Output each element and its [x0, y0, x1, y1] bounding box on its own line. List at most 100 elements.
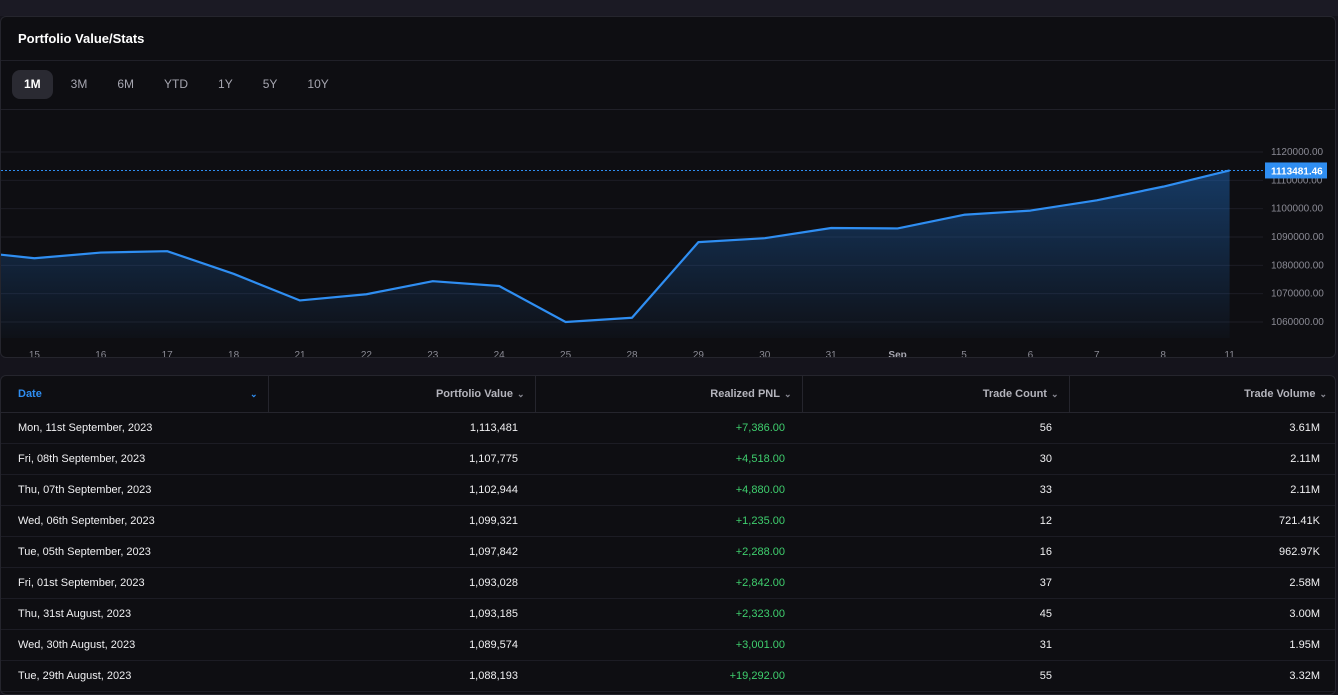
panel-title: Portfolio Value/Stats	[18, 31, 145, 46]
cell-date: Fri, 01st September, 2023	[1, 567, 268, 599]
cell-portfolio-value: 1,093,028	[268, 567, 535, 599]
cell-date: Tue, 29th August, 2023	[1, 660, 268, 692]
cell-portfolio-value: 1,088,193	[268, 660, 535, 692]
cell-date: Mon, 11st September, 2023	[1, 412, 268, 444]
table-row[interactable]: Tue, 05th September, 2023 1,097,842 +2,288…	[1, 536, 1335, 568]
portfolio-chart: 1120000.001110000.001100000.001090000.00…	[1, 147, 1327, 358]
x-tick-label: 11	[1224, 350, 1235, 358]
top-strip	[0, 0, 1338, 16]
cell-realized-pnl: +4,518.00	[535, 443, 802, 475]
tab-10y[interactable]: 10Y	[295, 70, 340, 99]
x-tick-label: 22	[361, 350, 373, 358]
cell-date: Fri, 08th September, 2023	[1, 443, 268, 475]
chevron-down-icon: ⌄	[1050, 388, 1059, 399]
column-header-trade-volume[interactable]: Trade Volume ⌄	[1068, 376, 1335, 413]
column-header-date[interactable]: Date ⌄	[1, 376, 268, 413]
table-row[interactable]: Wed, 30th August, 2023 1,089,574 +3,001.00…	[1, 629, 1335, 661]
cell-trade-count: 30	[802, 443, 1069, 475]
cell-trade-count: 31	[802, 629, 1069, 661]
cell-trade-volume: 2.11M	[1069, 443, 1335, 475]
y-tick-label: 1080000.00	[1271, 260, 1324, 271]
cell-trade-volume: 2.11M	[1069, 474, 1335, 506]
table-row[interactable]: Wed, 06th September, 2023 1,099,321 +1,235…	[1, 505, 1335, 537]
column-header-label: Portfolio Value	[435, 387, 513, 400]
cell-portfolio-value: 1,113,481	[268, 412, 535, 444]
cell-trade-volume: 721.41K	[1069, 505, 1335, 537]
table-body: Mon, 11st September, 2023 1,113,481 +7,386…	[1, 412, 1335, 692]
cell-realized-pnl: +1,235.00	[535, 505, 802, 537]
cell-trade-count: 12	[802, 505, 1069, 537]
cell-trade-count: 56	[802, 412, 1069, 444]
title-divider	[1, 60, 1335, 61]
cell-trade-count: 33	[802, 474, 1069, 506]
cell-realized-pnl: +7,386.00	[535, 412, 802, 444]
tab-1m[interactable]: 1M	[12, 70, 53, 99]
table-row[interactable]: Mon, 11st September, 2023 1,113,481 +7,386…	[1, 412, 1335, 444]
column-header-label: Trade Count	[982, 387, 1047, 400]
cell-portfolio-value: 1,099,321	[268, 505, 535, 537]
cell-realized-pnl: +2,323.00	[535, 598, 802, 630]
y-tick-label: 1090000.00	[1271, 232, 1324, 243]
y-tick-label: 1100000.00	[1271, 204, 1324, 215]
x-tick-label: 21	[294, 350, 306, 358]
cell-trade-volume: 2.58M	[1069, 567, 1335, 599]
series-area	[1, 170, 1230, 338]
cell-trade-volume: 962.97K	[1069, 536, 1335, 568]
x-tick-label: 30	[759, 350, 771, 358]
cell-portfolio-value: 1,093,185	[268, 598, 535, 630]
tab-1y[interactable]: 1Y	[206, 70, 245, 99]
cell-portfolio-value: 1,089,574	[268, 629, 535, 661]
table-row[interactable]: Thu, 07th September, 2023 1,102,944 +4,880…	[1, 474, 1335, 506]
column-header-portfolio-value[interactable]: Portfolio Value ⌄	[267, 376, 535, 413]
tab-5y[interactable]: 5Y	[251, 70, 290, 99]
chevron-down-icon: ⌄	[1319, 388, 1327, 399]
cell-realized-pnl: +2,842.00	[535, 567, 802, 599]
cell-realized-pnl: +3,001.00	[535, 629, 802, 661]
x-tick-label: 7	[1094, 350, 1100, 358]
column-header-trade-count[interactable]: Trade Count ⌄	[801, 376, 1069, 413]
table-header-row: Date ⌄ Portfolio Value ⌄ Realized PNL ⌄ Trade …	[1, 376, 1335, 413]
x-tick-label: 5	[961, 350, 967, 358]
tab-ytd[interactable]: YTD	[152, 70, 200, 99]
current-value-label: 1113481.46	[1271, 166, 1323, 177]
x-tick-label: 18	[228, 350, 240, 358]
cell-date: Thu, 07th September, 2023	[1, 474, 268, 506]
table-row[interactable]: Fri, 08th September, 2023 1,107,775 +4,518…	[1, 443, 1335, 475]
x-tick-label: 6	[1028, 350, 1034, 358]
tab-3m[interactable]: 3M	[59, 70, 100, 99]
cell-date: Tue, 05th September, 2023	[1, 536, 268, 568]
cell-date: Wed, 06th September, 2023	[1, 505, 268, 537]
tab-6m[interactable]: 6M	[105, 70, 146, 99]
column-header-label: Realized PNL	[710, 387, 780, 400]
x-tick-label: 17	[162, 350, 174, 358]
stats-table-panel: Date ⌄ Portfolio Value ⌄ Realized PNL ⌄ Trade …	[0, 375, 1336, 695]
y-tick-label: 1060000.00	[1271, 317, 1324, 328]
table-row[interactable]: Tue, 29th August, 2023 1,088,193 +19,292.0…	[1, 660, 1335, 692]
table-row[interactable]: Fri, 01st September, 2023 1,093,028 +2,842…	[1, 567, 1335, 599]
cell-realized-pnl: +19,292.00	[535, 660, 802, 692]
cell-trade-volume: 3.32M	[1069, 660, 1335, 692]
cell-trade-count: 37	[802, 567, 1069, 599]
cell-trade-volume: 3.61M	[1069, 412, 1335, 444]
chevron-down-icon: ⌄	[249, 389, 258, 399]
column-header-realized-pnl[interactable]: Realized PNL ⌄	[534, 376, 802, 413]
cell-trade-volume: 3.00M	[1069, 598, 1335, 630]
x-tick-label: 8	[1160, 350, 1166, 358]
table-row[interactable]: Thu, 31st August, 2023 1,093,185 +2,323.00…	[1, 598, 1335, 630]
cell-portfolio-value: 1,097,842	[268, 536, 535, 568]
x-tick-label: 28	[626, 350, 638, 358]
x-tick-label: 24	[494, 350, 506, 358]
cell-date: Thu, 31st August, 2023	[1, 598, 268, 630]
x-tick-label: 29	[693, 350, 705, 358]
cell-realized-pnl: +2,288.00	[535, 536, 802, 568]
column-header-label: Date	[18, 387, 42, 400]
cell-portfolio-value: 1,107,775	[268, 443, 535, 475]
x-tick-label: Sep	[888, 350, 906, 358]
cell-date: Wed, 30th August, 2023	[1, 629, 268, 661]
y-tick-label: 1120000.00	[1271, 147, 1324, 158]
cell-trade-count: 45	[802, 598, 1069, 630]
portfolio-panel: Portfolio Value/Stats 1M 3M 6M YTD 1Y 5Y 10Y 1…	[0, 16, 1336, 358]
x-tick-label: 25	[560, 350, 572, 358]
cell-trade-count: 55	[802, 660, 1069, 692]
x-tick-label: 31	[826, 350, 838, 358]
